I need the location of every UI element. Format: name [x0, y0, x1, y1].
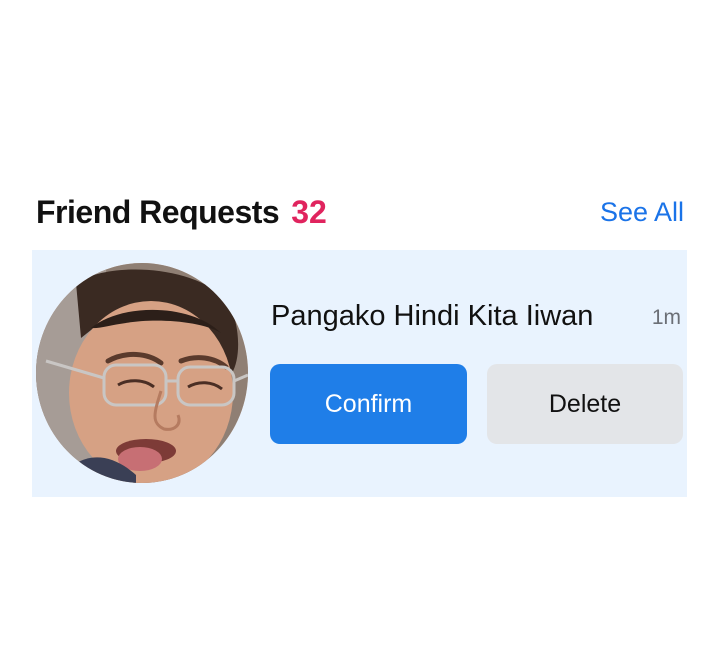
header-title-group: Friend Requests 32 — [36, 194, 327, 231]
request-count-badge: 32 — [291, 193, 327, 230]
friend-request-card: Pangako Hindi Kita Iiwan 1m Confirm Dele… — [32, 250, 687, 497]
confirm-button-label: Confirm — [324, 389, 413, 418]
section-title: Friend Requests — [36, 193, 280, 230]
requester-name[interactable]: Pangako Hindi Kita Iiwan — [271, 300, 593, 333]
delete-button-label: Delete — [548, 389, 622, 418]
see-all-link[interactable]: See All — [600, 197, 684, 228]
delete-button[interactable]: Delete — [487, 364, 683, 444]
confirm-button[interactable]: Confirm — [270, 364, 467, 444]
request-timestamp: 1m — [651, 306, 681, 329]
profile-photo — [36, 263, 248, 483]
friend-requests-screen: Friend Requests 32 See All Pangako Hindi… — [0, 0, 720, 655]
friend-requests-header: Friend Requests 32 See All — [36, 188, 686, 236]
avatar[interactable] — [36, 263, 248, 483]
